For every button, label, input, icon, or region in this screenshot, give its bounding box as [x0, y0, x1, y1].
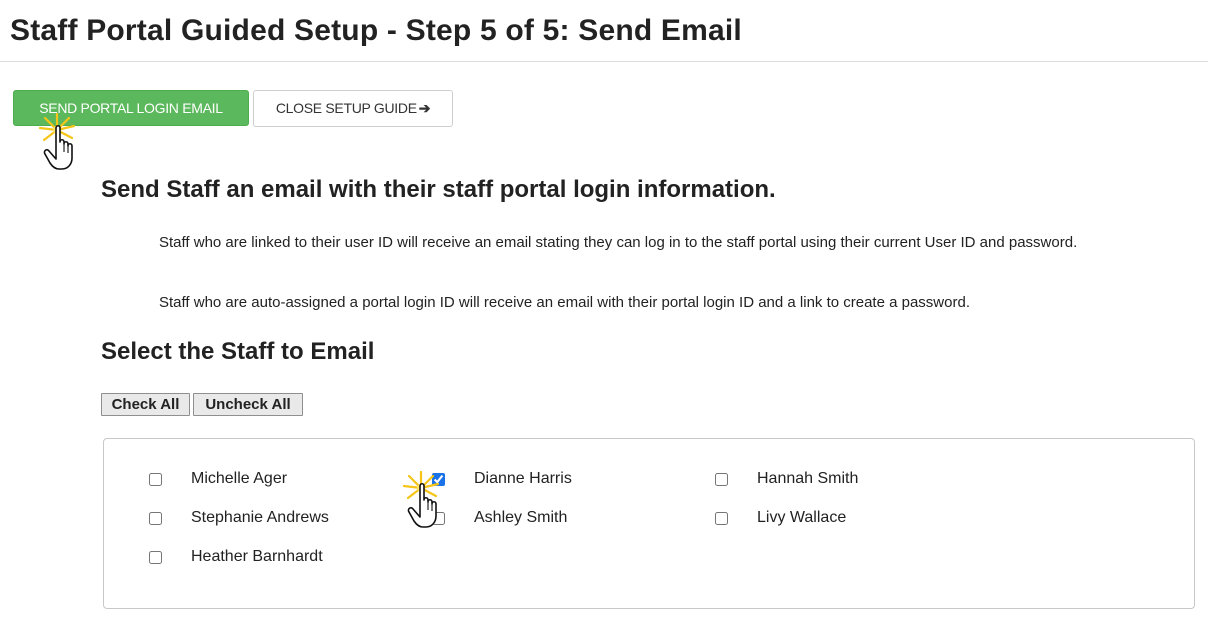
page-title: Staff Portal Guided Setup - Step 5 of 5:…	[10, 14, 742, 47]
hand-pointer-icon	[402, 470, 440, 528]
close-setup-guide-label: CLOSE SETUP GUIDE	[275, 100, 417, 116]
staff-name: Michelle Ager	[191, 470, 288, 487]
staff-name: Dianne Harris	[474, 470, 572, 487]
staff-name: Ashley Smith	[474, 509, 568, 526]
intro-paragraph-linked: Staff who are linked to their user ID wi…	[159, 234, 1078, 251]
staff-name: Heather Barnhardt	[191, 548, 323, 565]
staff-checkbox[interactable]	[715, 512, 728, 525]
uncheck-all-button[interactable]: Uncheck All	[193, 393, 303, 416]
staff-name: Hannah Smith	[757, 470, 859, 487]
select-staff-heading: Select the Staff to Email	[101, 338, 375, 365]
staff-checkbox[interactable]	[149, 551, 162, 564]
staff-checkbox[interactable]	[149, 512, 162, 525]
intro-heading: Send Staff an email with their staff por…	[101, 176, 776, 203]
intro-paragraph-auto-assigned: Staff who are auto-assigned a portal log…	[159, 294, 970, 311]
check-all-button[interactable]: Check All	[101, 393, 190, 416]
arrow-right-icon: ➔	[418, 100, 431, 116]
staff-checkbox[interactable]	[149, 473, 162, 486]
staff-checkbox[interactable]	[715, 473, 728, 486]
staff-list: Michelle Ager Stephanie Andrews Heather …	[103, 438, 1195, 609]
title-bar: Staff Portal Guided Setup - Step 5 of 5:…	[0, 0, 1208, 62]
staff-name: Stephanie Andrews	[191, 509, 329, 526]
close-setup-guide-button[interactable]: CLOSE SETUP GUIDE ➔	[253, 90, 453, 127]
staff-name: Livy Wallace	[757, 509, 847, 526]
hand-pointer-icon	[38, 112, 76, 170]
